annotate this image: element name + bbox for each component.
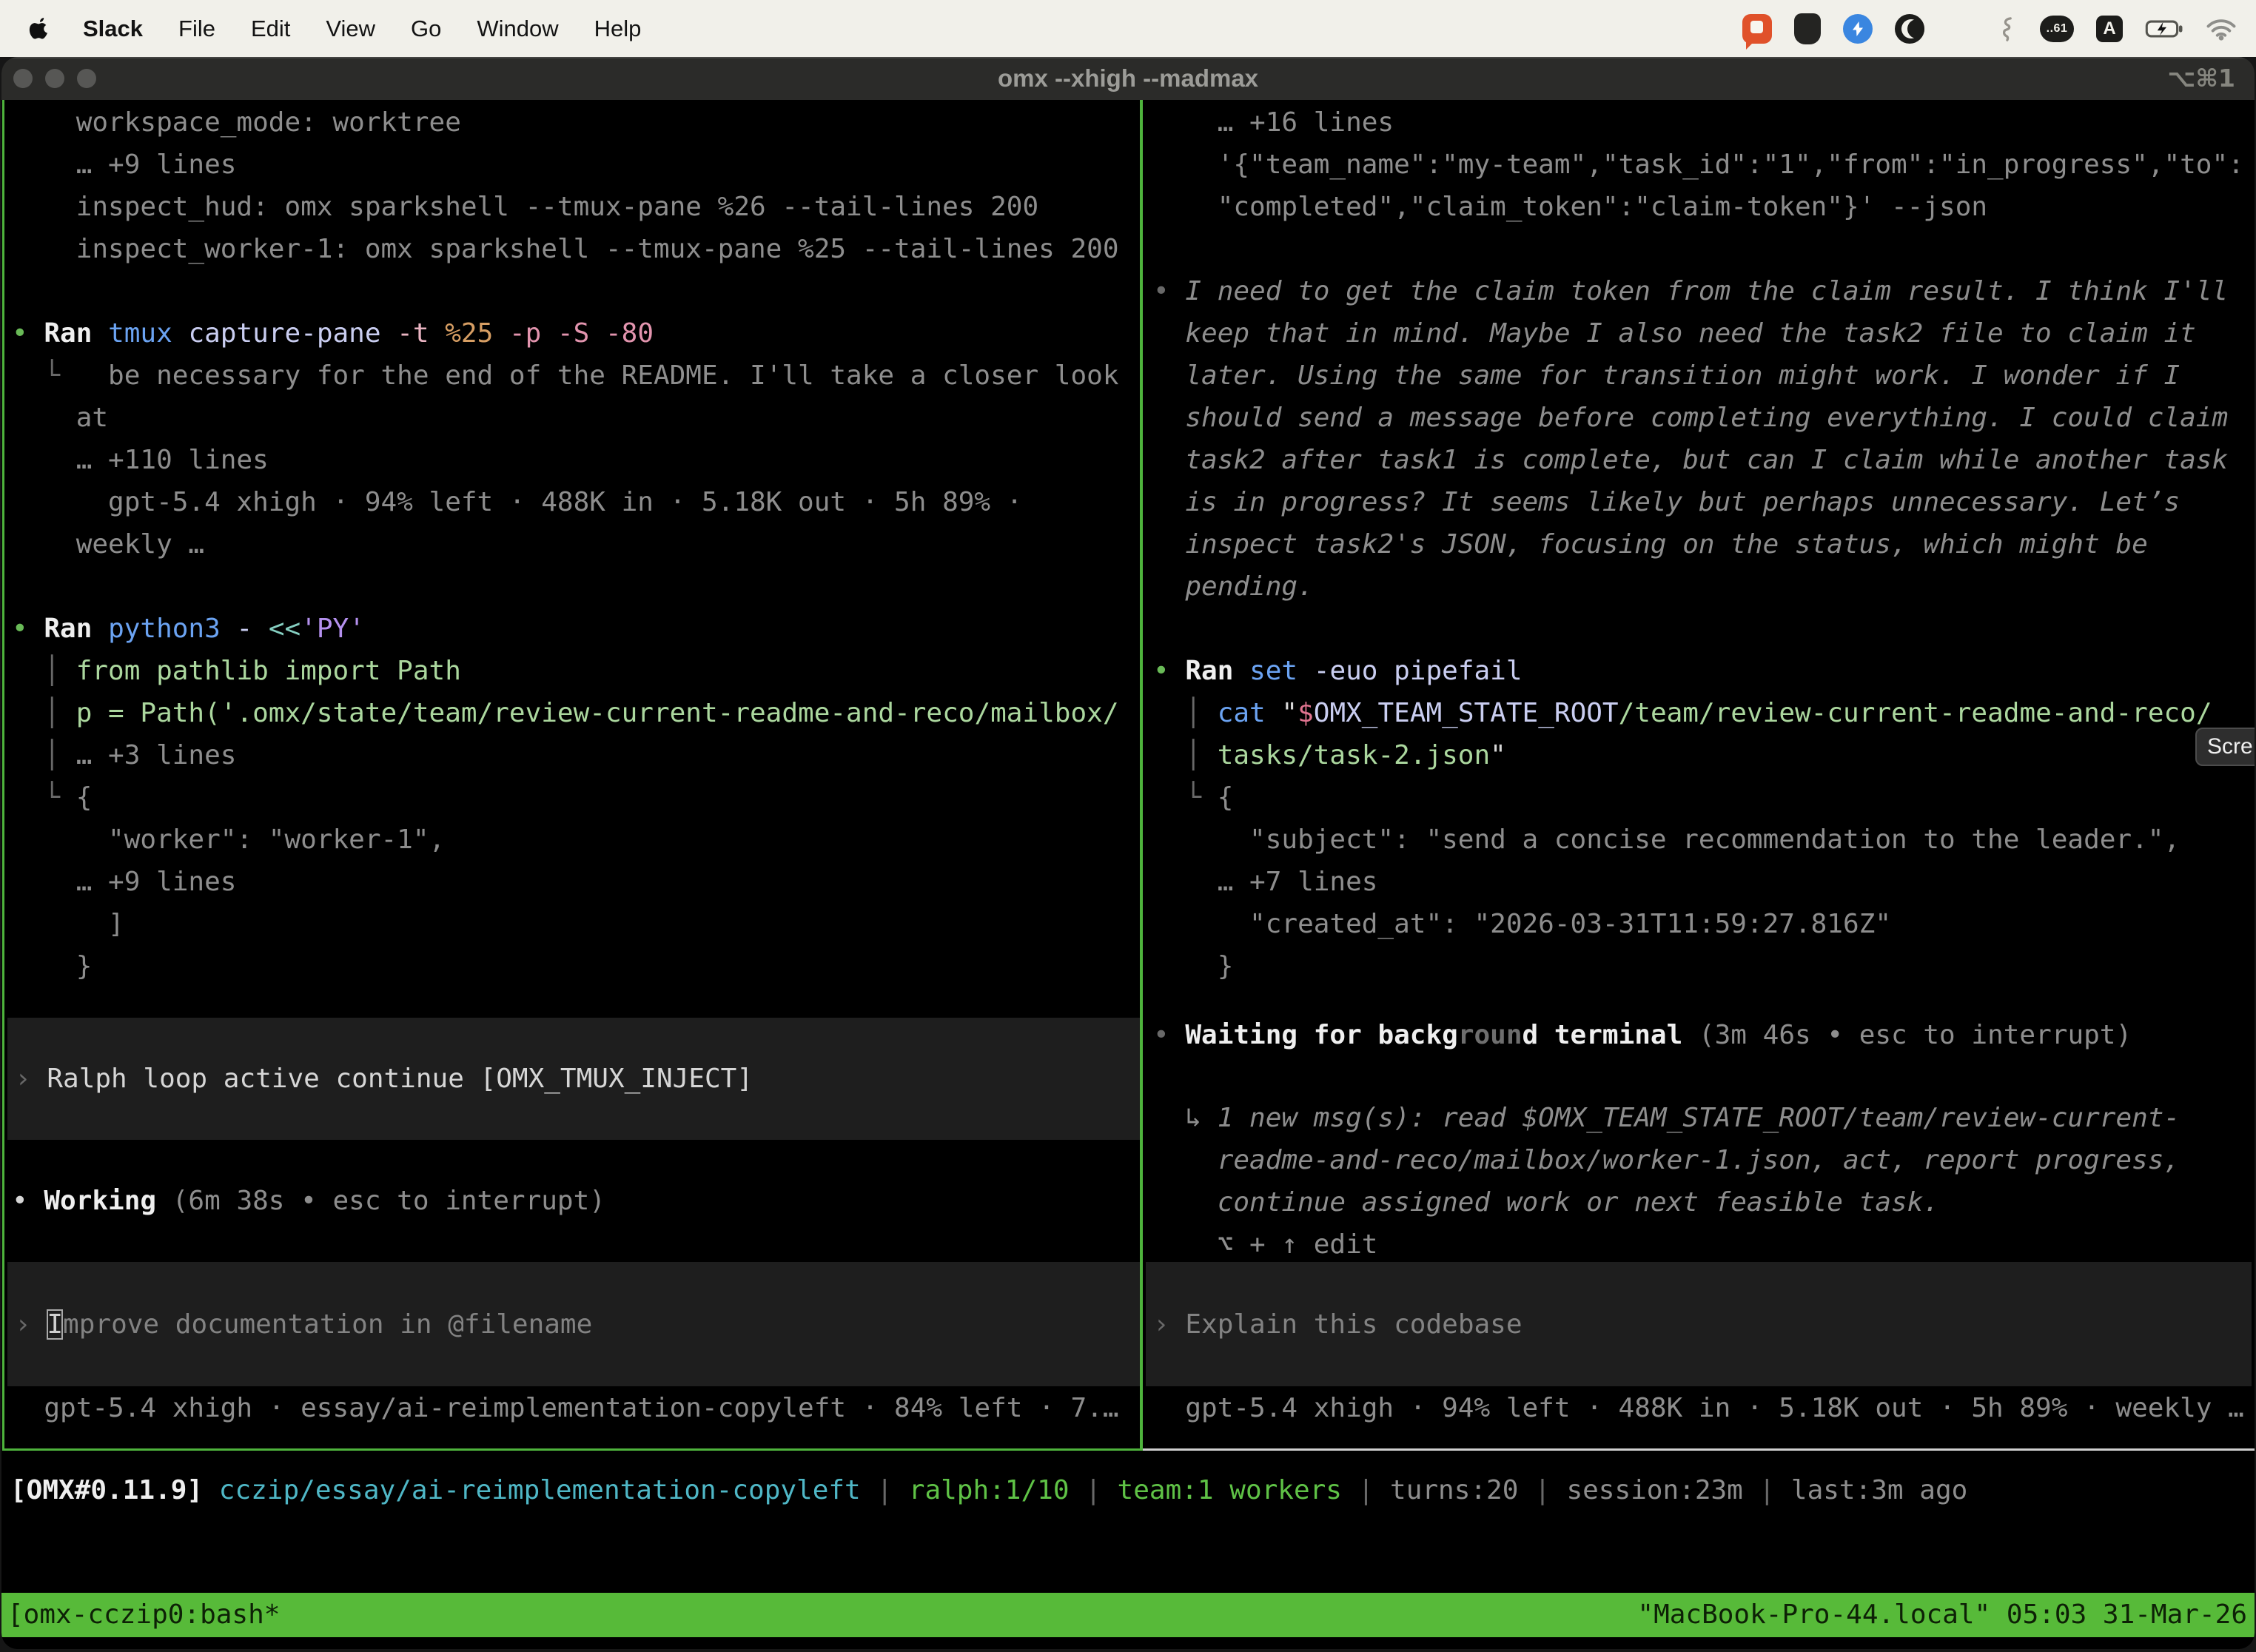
terminal-row: should send a message before completing … [1153,397,2255,439]
close-button[interactable] [13,69,33,88]
terminal-row: later. Using the same for transition mig… [1153,355,2255,397]
terminal-row: └ be necessary for the end of the README… [12,355,1140,397]
terminal-row: pending. [1153,565,2255,608]
terminal-row: weekly … [12,523,1140,565]
terminal-row: │ … +3 lines [12,734,1140,776]
terminal-row: "created_at": "2026-03-31T11:59:27.816Z" [1153,903,2255,945]
zoom-button[interactable] [77,69,96,88]
wifi-icon[interactable] [2206,17,2237,41]
pane-left-scrollback: workspace_mode: worktree … +9 lines insp… [4,100,1140,987]
terminal-row: … +9 lines [12,144,1140,186]
seahorse-icon[interactable] [1998,14,2018,44]
terminal-row: … +7 lines [1153,861,2255,903]
chat-app-icon[interactable] [1742,14,1772,44]
terminal-row [12,270,1140,312]
terminal-row: at [12,397,1140,439]
tmux-session-label: [omx-cczip0:bash* [7,1593,280,1637]
terminal-row: "worker": "worker-1", [12,819,1140,861]
desktop: Slack File Edit View Go Window Help ..61 A omx … [0,0,2256,1652]
dots-grid-icon[interactable] [1947,14,1976,44]
omx-status-line: [OMX#0.11.9] cczip/essay/ai-reimplementa… [10,1469,2255,1511]
terminal-row [12,565,1140,608]
menu-help[interactable]: Help [594,16,642,42]
menu-view[interactable]: View [326,16,375,42]
terminal-row: readme-and-reco/mailbox/worker-1.json, a… [1153,1139,2255,1181]
session-footer-left: gpt-5.4 xhigh · essay/ai-reimplementatio… [4,1387,1140,1429]
mailbox-hint: ↳ 1 new msg(s): read $OMX_TEAM_STATE_ROO… [1146,1097,2255,1266]
terminal-row: '{"team_name":"my-team","task_id":"1","f… [1153,144,2255,186]
terminal-row: inspect_worker-1: omx sparkshell --tmux-… [12,228,1140,270]
window-title: omx --xhigh --madmax [998,57,1258,100]
pane-right-scrollback: … +16 lines '{"team_name":"my-team","tas… [1146,100,2255,987]
menu-window[interactable]: Window [477,16,558,42]
terminal-row: ⌥ + ↑ edit [1153,1223,2255,1266]
pane-border-left [2,100,4,1451]
terminal-row: • Ran python3 - <<'PY' [12,608,1140,650]
menu-edit[interactable]: Edit [251,16,290,42]
titlebar[interactable]: omx --xhigh --madmax ⌥⌘1 [1,57,2255,100]
terminal-row: inspect task2's JSON, focusing on the st… [1153,523,2255,565]
waiting-status: • Waiting for background terminal (3m 46… [1146,1014,2255,1056]
terminal-row: … +110 lines [12,439,1140,481]
badge-61-icon[interactable]: ..61 [2040,16,2074,42]
messenger-bolt-icon[interactable] [1843,14,1873,44]
pane-right-bottom-border [1143,1448,2255,1451]
terminal-row: gpt-5.4 xhigh · 94% left · 488K in · 5.1… [12,481,1140,523]
terminal-row: • I need to get the claim token from the… [1153,270,2255,312]
ralph-loop-banner: › Ralph loop active continue [OMX_TMUX_I… [7,1018,1140,1140]
input-source-a-icon[interactable]: A [2096,16,2123,42]
window-shortcut: ⌥⌘1 [2167,57,2235,100]
screen-tooltip: Scre [2195,728,2255,766]
terminal-row: workspace_mode: worktree [12,101,1140,144]
terminal-row: keep that in mind. Maybe I also need the… [1153,312,2255,355]
menu-bar: Slack File Edit View Go Window Help ..61 A [0,0,2256,57]
shield-grid-icon[interactable] [1794,13,1821,44]
prompt-input-left[interactable]: › Improve documentation in @filename [7,1262,1140,1386]
pane-left-bottom-border [2,1448,1143,1451]
terminal-row: ] [12,903,1140,945]
terminal-row: ↳ 1 new msg(s): read $OMX_TEAM_STATE_ROO… [1153,1097,2255,1139]
tmux-host-clock: "MacBook-Pro-44.local" 05:03 31-Mar-26 [1637,1593,2247,1637]
menu-go[interactable]: Go [411,16,441,42]
traffic-lights [13,69,96,88]
terminal-row: continue assigned work or next feasible … [1153,1181,2255,1223]
terminal-row: └ { [12,776,1140,819]
menu-file[interactable]: File [178,16,215,42]
battery-charging-icon[interactable] [2145,19,2183,38]
working-status: • Working (6m 38s • esc to interrupt) [4,1180,1140,1222]
terminal-row: } [12,945,1140,987]
prompt-input-right[interactable]: › Explain this codebase [1146,1262,2252,1386]
pane-right[interactable]: … +16 lines '{"team_name":"my-team","tas… [1146,100,2255,1448]
menu-slack[interactable]: Slack [83,16,143,42]
session-footer-right: gpt-5.4 xhigh · 94% left · 488K in · 5.1… [1146,1387,2255,1429]
menu-status-icons: ..61 A [1742,13,2256,44]
terminal-row: … +9 lines [12,861,1140,903]
terminal-row: • Ran set -euo pipefail [1153,650,2255,692]
pane-divider[interactable] [1140,100,1143,1451]
terminal-row [1153,608,2255,650]
terminal-row: is in progress? It seems likely but perh… [1153,481,2255,523]
tmux-status-bar: [omx-cczip0:bash* "MacBook-Pro-44.local"… [1,1593,2255,1637]
terminal-row: inspect_hud: omx sparkshell --tmux-pane … [12,186,1140,228]
minimize-button[interactable] [45,69,64,88]
pie-chart-icon[interactable] [1895,14,1924,44]
terminal-row: │ from pathlib import Path [12,650,1140,692]
terminal-row: … +16 lines [1153,101,2255,144]
terminal-row: • Ran tmux capture-pane -t %25 -p -S -80 [12,312,1140,355]
terminal-window: omx --xhigh --madmax ⌥⌘1 workspace_mode:… [1,57,2255,1649]
app-menus: Slack File Edit View Go Window Help [83,16,641,42]
pane-left[interactable]: workspace_mode: worktree … +9 lines insp… [4,100,1140,1448]
terminal-row: └ { [1153,776,2255,819]
terminal-row: │ cat "$OMX_TEAM_STATE_ROOT/team/review-… [1153,692,2255,734]
terminal-row: task2 after task1 is complete, but can I… [1153,439,2255,481]
terminal-row: "completed","claim_token":"claim-token"}… [1153,186,2255,228]
terminal: workspace_mode: worktree … +9 lines insp… [1,100,2255,1649]
terminal-row: │ tasks/task-2.json" [1153,734,2255,776]
apple-logo-icon[interactable] [28,16,50,41]
terminal-row: │ p = Path('.omx/state/team/review-curre… [12,692,1140,734]
terminal-row: } [1153,945,2255,987]
terminal-row: "subject": "send a concise recommendatio… [1153,819,2255,861]
terminal-row [1153,228,2255,270]
